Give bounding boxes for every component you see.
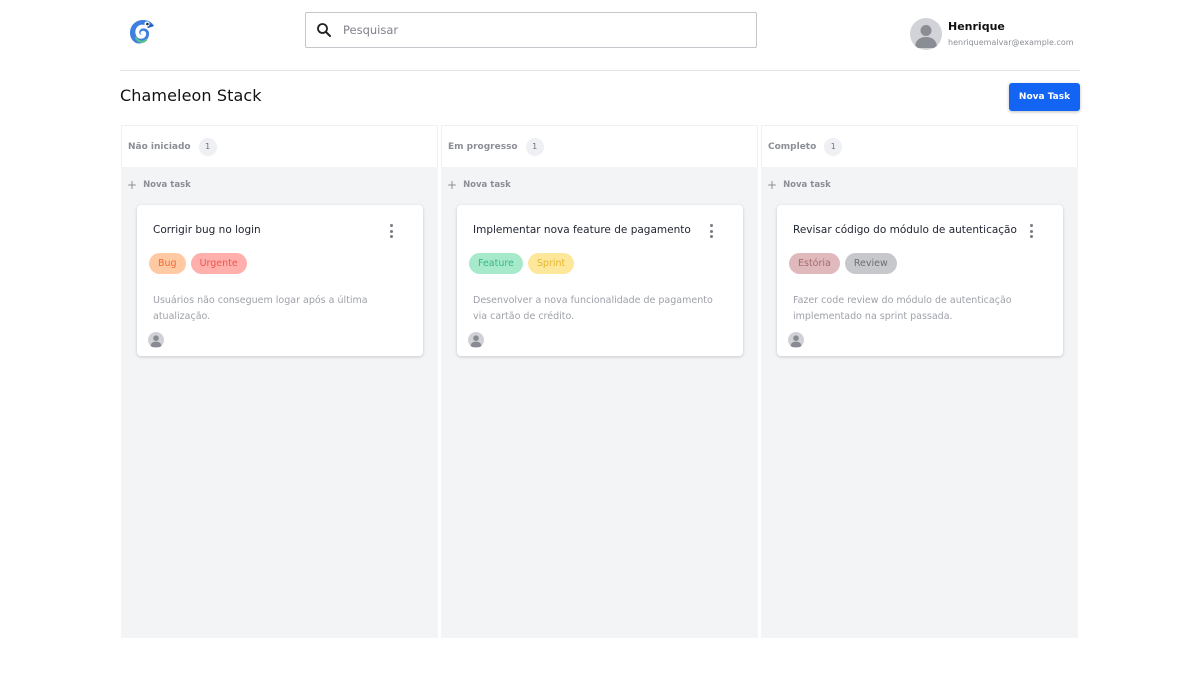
user-icon [790,335,802,347]
more-options-icon[interactable] [707,224,715,238]
tag-estoria[interactable]: Estória [789,253,840,274]
user-profile[interactable]: Henrique henriquemalvar@example.com [910,18,1074,50]
card-tags: Feature Sprint [469,253,575,274]
assignee-avatar[interactable] [148,332,164,348]
search-bar[interactable] [305,12,757,48]
assignee-avatar[interactable] [788,332,804,348]
column-title: Completo [768,141,817,152]
card-title: Corrigir bug no login [153,224,261,236]
plus-icon: + [767,178,778,192]
avatar[interactable] [910,18,942,50]
add-task-label: Nova task [783,180,831,190]
card-description: Desenvolver a nova funcionalidade de pag… [473,295,713,322]
task-card[interactable]: Corrigir bug no login Bug Urgente Usuári… [137,205,423,356]
add-task-label: Nova task [143,180,191,190]
user-name: Henrique [948,19,1005,33]
kanban-board: Não iniciado 1 + Nova task Corrigir bug … [121,125,1079,638]
column-count-badge: 1 [525,137,544,156]
more-options-icon[interactable] [1027,224,1035,238]
card-tags: Estória Review [789,253,897,274]
chameleon-logo-icon[interactable] [126,16,158,48]
column-nao-iniciado: Não iniciado 1 + Nova task Corrigir bug … [121,125,438,638]
task-card[interactable]: Revisar código do módulo de autenticação… [777,205,1063,356]
plus-icon: + [127,178,138,192]
column-header: Completo 1 [761,125,1078,167]
column-count-badge: 1 [198,137,217,156]
card-description: Usuários não conseguem logar após a últi… [153,295,368,322]
add-task-button[interactable]: + Nova task [127,178,191,192]
tag-review[interactable]: Review [844,253,897,274]
column-header: Não iniciado 1 [121,125,438,167]
column-em-progresso: Em progresso 1 + Nova task Implementar n… [441,125,758,638]
card-title: Revisar código do módulo de autenticação [793,224,1017,236]
add-task-button[interactable]: + Nova task [767,178,831,192]
task-card[interactable]: Implementar nova feature de pagamento Fe… [457,205,743,356]
card-description: Fazer code review do módulo de autentica… [793,295,1012,322]
column-completo: Completo 1 + Nova task Revisar código do… [761,125,1078,638]
column-count-badge: 1 [824,137,843,156]
user-email: henriquemalvar@example.com [948,37,1074,47]
header-divider [120,70,1080,71]
user-icon [150,335,162,347]
search-icon [317,23,331,37]
column-title: Não iniciado [128,141,191,152]
plus-icon: + [447,178,458,192]
tag-urgente[interactable]: Urgente [190,253,247,274]
new-task-button[interactable]: Nova Task [1009,83,1080,111]
column-header: Em progresso 1 [441,125,758,167]
add-task-label: Nova task [463,180,511,190]
tag-feature[interactable]: Feature [469,253,523,274]
add-task-button[interactable]: + Nova task [447,178,511,192]
more-options-icon[interactable] [387,224,395,238]
card-tags: Bug Urgente [149,253,247,274]
search-input[interactable] [343,23,723,37]
user-icon [915,25,937,48]
page-title: Chameleon Stack [120,86,262,105]
column-title: Em progresso [448,141,518,152]
user-icon [470,335,482,347]
tag-sprint[interactable]: Sprint [527,253,575,274]
assignee-avatar[interactable] [468,332,484,348]
card-title: Implementar nova feature de pagamento [473,224,691,236]
tag-bug[interactable]: Bug [149,253,186,274]
